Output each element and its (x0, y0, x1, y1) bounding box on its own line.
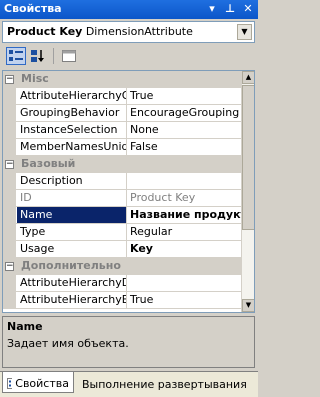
property-name: AttributeHierarchyOrc (17, 88, 127, 104)
collapse-icon[interactable]: − (5, 160, 14, 169)
bottom-tabs: Свойства Выполнение развертывания (0, 371, 258, 397)
row-gutter (3, 190, 16, 206)
tab-deployment-progress[interactable]: Выполнение развертывания (75, 372, 247, 393)
property-name: Name (17, 207, 127, 223)
category-basic[interactable]: − Базовый (3, 156, 243, 173)
category-advanced[interactable]: − Дополнительно (3, 258, 243, 275)
property-toolbar (2, 45, 255, 67)
tab-label: Свойства (15, 377, 69, 390)
chevron-down-icon[interactable]: ▼ (237, 24, 252, 40)
property-value[interactable] (127, 275, 243, 291)
row-gutter (3, 241, 16, 257)
property-value[interactable]: True (127, 88, 243, 104)
scroll-up-icon[interactable]: ▲ (242, 71, 254, 84)
property-name: InstanceSelection (17, 122, 127, 138)
scroll-down-icon[interactable]: ▼ (242, 299, 254, 312)
object-type: DimensionAttribute (85, 25, 193, 38)
collapse-icon[interactable]: − (5, 262, 14, 271)
vertical-scrollbar[interactable]: ▲ ▼ (241, 71, 254, 312)
property-row[interactable]: Usage Key (3, 241, 243, 258)
property-row[interactable]: AttributeHierarchyDisp (3, 275, 243, 292)
row-gutter (3, 224, 16, 240)
object-selector[interactable]: Product Key DimensionAttribute ▼ (2, 21, 255, 43)
property-value[interactable]: None (127, 122, 243, 138)
property-row[interactable]: GroupingBehavior EncourageGrouping (3, 105, 243, 122)
property-name: Usage (17, 241, 127, 257)
property-value[interactable]: Regular (127, 224, 243, 240)
row-gutter (3, 173, 16, 189)
autohide-pin-button[interactable]: ⊥ (223, 2, 237, 16)
collapse-icon[interactable]: − (5, 75, 14, 84)
property-grid: − Misc AttributeHierarchyOrc True Groupi… (2, 70, 255, 313)
property-value: Product Key (130, 191, 196, 204)
property-value[interactable]: Название продукт (127, 207, 243, 223)
property-name: MemberNamesUnique (17, 139, 127, 155)
properties-icon (7, 378, 13, 389)
window-titlebar: Свойства ▾ ⊥ ✕ (0, 0, 258, 19)
property-row[interactable]: ID Product Key (3, 190, 243, 207)
property-value[interactable]: True (127, 292, 243, 308)
description-text: Задает имя объекта. (7, 337, 129, 350)
scrollbar-thumb[interactable] (242, 85, 254, 230)
row-gutter (3, 275, 16, 291)
row-gutter (3, 88, 16, 104)
toolbar-separator (53, 48, 54, 64)
property-name: ID (17, 190, 127, 206)
property-row[interactable]: AttributeHierarchyEna True (3, 292, 243, 309)
description-title: Name (7, 320, 43, 333)
tab-properties[interactable]: Свойства (2, 372, 74, 393)
property-pages-icon (62, 50, 76, 62)
property-value[interactable]: False (127, 139, 243, 155)
sort-alpha-icon (31, 50, 44, 62)
category-title: Misc (21, 72, 49, 85)
categorized-icon (9, 50, 23, 61)
tab-label: Выполнение развертывания (82, 377, 247, 391)
row-gutter (3, 292, 16, 308)
row-gutter (3, 207, 16, 223)
row-gutter (3, 139, 16, 155)
close-button[interactable]: ✕ (241, 2, 255, 16)
category-misc[interactable]: − Misc (3, 71, 243, 88)
property-value[interactable]: EncourageGrouping (127, 105, 243, 121)
alphabetical-button[interactable] (28, 47, 48, 65)
object-name: Product Key (7, 25, 83, 38)
category-title: Дополнительно (21, 259, 121, 272)
property-value[interactable] (127, 173, 243, 189)
window-position-button[interactable]: ▾ (205, 2, 219, 16)
property-name: AttributeHierarchyEna (17, 292, 127, 308)
property-name: GroupingBehavior (17, 105, 127, 121)
property-name: AttributeHierarchyDisp (17, 275, 127, 291)
categorized-button[interactable] (6, 47, 26, 65)
titlebar-buttons: ▾ ⊥ ✕ (205, 2, 255, 16)
category-title: Базовый (21, 157, 76, 170)
property-row-selected[interactable]: Name Название продукт (3, 207, 243, 224)
property-name: Type (17, 224, 127, 240)
property-value[interactable]: Key (127, 241, 243, 257)
property-row[interactable]: Description (3, 173, 243, 190)
description-panel: Name Задает имя объекта. (2, 316, 255, 368)
row-gutter (3, 122, 16, 138)
window-title: Свойства (4, 2, 62, 15)
row-gutter (3, 105, 16, 121)
property-pages-button[interactable] (59, 47, 79, 65)
property-row[interactable]: InstanceSelection None (3, 122, 243, 139)
property-name: Description (17, 173, 127, 189)
property-row[interactable]: MemberNamesUnique False (3, 139, 243, 156)
property-row[interactable]: Type Regular (3, 224, 243, 241)
property-row[interactable]: AttributeHierarchyOrc True (3, 88, 243, 105)
